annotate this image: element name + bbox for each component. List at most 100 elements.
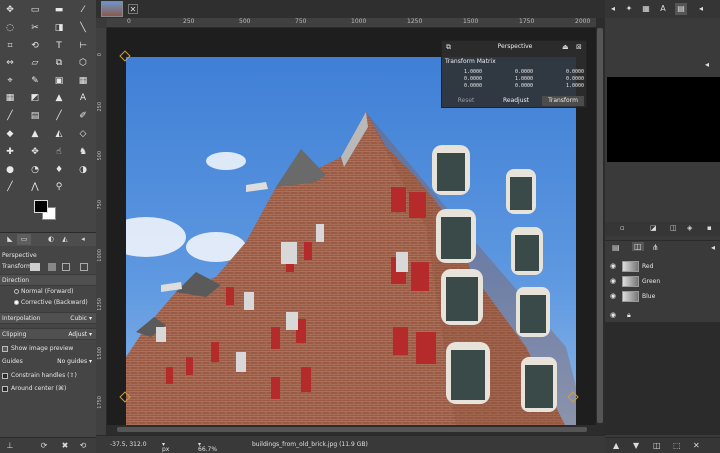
nav-menu-icon[interactable]: ◂ [705, 60, 715, 70]
radio-backward[interactable] [14, 300, 19, 305]
navigator-preview[interactable] [607, 77, 720, 162]
around-center-checkbox[interactable] [2, 385, 8, 392]
vertical-scroll-thumb[interactable] [597, 28, 603, 423]
paths-icon[interactable]: ╲ [77, 22, 89, 34]
transform-path-icon[interactable] [62, 263, 70, 271]
close-dialog-icon[interactable]: ⊠ [576, 43, 582, 51]
document-icon[interactable]: ▤ [675, 3, 687, 15]
images-tab-icon[interactable]: ◭ [58, 234, 72, 245]
burn-icon[interactable]: ◑ [77, 164, 89, 176]
foreground-select-icon[interactable]: ◨ [53, 22, 65, 34]
grid-icon[interactable]: ▦ [4, 92, 16, 104]
channels-tab-icon[interactable]: ◫ [632, 242, 644, 251]
zoom-in-icon[interactable]: ◫ [670, 224, 677, 232]
path-tool-icon[interactable]: ⋀ [29, 181, 41, 193]
restore-options-icon[interactable]: ⟳ [38, 440, 50, 452]
dock-menu-icon[interactable]: ◂ [76, 234, 90, 245]
zoom-icon[interactable]: ⚲ [53, 181, 65, 193]
interpolation-select[interactable]: Cubic ▾ [70, 313, 92, 325]
gradient-icon[interactable]: ◩ [29, 92, 41, 104]
constrain-checkbox[interactable] [2, 372, 8, 379]
delete-icon[interactable]: ✕ [693, 441, 700, 450]
eye-icon[interactable]: ◉ [610, 308, 616, 323]
constrain-row[interactable]: Constrain handles (⇧) [0, 370, 96, 382]
sharpen-icon[interactable]: ◔ [29, 164, 41, 176]
airbrush-icon[interactable]: ▲ [53, 92, 65, 104]
clone-stamp-icon[interactable]: ✚ [4, 146, 16, 158]
text-icon[interactable]: T [53, 40, 65, 52]
transform-selection-icon[interactable] [48, 263, 56, 271]
guides-select[interactable]: No guides ▾ [57, 356, 92, 368]
font-icon[interactable]: A [657, 3, 669, 15]
color-picker-icon[interactable]: ╱ [4, 181, 16, 193]
zoom-out-icon[interactable]: ▫ [620, 224, 625, 232]
raise-icon[interactable]: ▲ [613, 441, 619, 450]
lower-icon[interactable]: ▼ [633, 441, 639, 450]
transform-layer-icon[interactable] [30, 263, 40, 271]
image-tab-thumbnail[interactable] [101, 1, 123, 17]
reset-options-icon[interactable]: ⟲ [77, 440, 89, 452]
layers-menu-icon[interactable]: ◂ [711, 243, 715, 252]
readjust-button[interactable]: Readjust [494, 96, 538, 106]
horizontal-ruler[interactable]: 0250500750100012501500175020002250 [107, 18, 646, 28]
measure-icon[interactable]: ⊢ [77, 40, 89, 52]
clipping-row[interactable]: Clipping Adjust ▾ [0, 328, 96, 340]
vertical-scrollbar[interactable] [596, 18, 605, 435]
interpolation-row[interactable]: Interpolation Cubic ▾ [0, 312, 96, 324]
clipping-select[interactable]: Adjust ▾ [68, 329, 92, 341]
lock-icon[interactable]: 🔒︎ [627, 308, 631, 323]
mypaint-icon[interactable]: ◭ [53, 128, 65, 140]
eye-icon[interactable]: ◉ [610, 259, 616, 274]
device-status-tab-icon[interactable]: ▭ [17, 234, 31, 245]
around-center-row[interactable]: Around center (⌘) [0, 383, 96, 395]
unit-select[interactable]: px ▾ [162, 441, 169, 453]
heal-brush-icon[interactable]: ✥ [29, 146, 41, 158]
text-tool-icon[interactable]: A [77, 92, 89, 104]
radio-forward[interactable] [14, 289, 19, 294]
smudge-icon[interactable]: ☝ [53, 146, 65, 158]
eraser-alt-icon[interactable]: ◇ [77, 128, 89, 140]
dock-arrow-icon[interactable]: ◂ [607, 3, 619, 15]
flip-icon[interactable]: ⇔ [4, 57, 16, 69]
zoom-select[interactable]: 66.7% ▾ [198, 441, 217, 453]
to-selection-icon[interactable]: ⬚ [673, 441, 681, 450]
channel-row[interactable]: ◉ Red [605, 259, 720, 274]
save-options-icon[interactable]: ⊥ [4, 440, 16, 452]
foreground-color[interactable] [34, 200, 48, 213]
handle-transform-icon[interactable]: ▦ [77, 75, 89, 87]
pattern-icon[interactable]: ▦ [640, 3, 652, 15]
heal-icon[interactable]: ▲ [29, 128, 41, 140]
nav-more-icon[interactable]: ▪ [707, 224, 712, 232]
rotate-icon[interactable]: ⟲ [29, 40, 41, 52]
cage-icon[interactable]: ⌖ [4, 75, 16, 87]
show-preview-row[interactable]: Show image preview [0, 343, 96, 355]
tool-options-tab-icon[interactable]: ◣ [3, 234, 17, 245]
transform-image-icon[interactable] [80, 263, 88, 271]
dodge-icon[interactable]: ♞ [77, 146, 89, 158]
layers-tab-icon[interactable]: ▤ [612, 243, 620, 252]
color-swatches[interactable] [32, 198, 58, 222]
transform-button[interactable]: Transform [542, 96, 584, 106]
zoom-100-icon[interactable]: ◈ [687, 224, 692, 232]
dock-menu-right-icon[interactable]: ◂ [695, 3, 707, 15]
channel-row[interactable]: ◉ Green [605, 274, 720, 289]
crop-icon[interactable]: ⌗ [4, 40, 16, 52]
bucket-fill-icon[interactable]: ▣ [53, 75, 65, 87]
horizontal-scroll-thumb[interactable] [117, 427, 587, 432]
eye-icon[interactable]: ◉ [610, 289, 616, 304]
fuzzy-select-icon[interactable]: ⁄ [77, 4, 89, 16]
guides-row[interactable]: Guides No guides ▾ [0, 356, 96, 368]
paintbrush-icon[interactable]: ╱ [4, 110, 16, 122]
blur-icon[interactable]: ● [4, 164, 16, 176]
close-tab-icon[interactable]: ✕ [128, 4, 138, 14]
scissors-icon[interactable]: ✂ [29, 22, 41, 34]
rect-select-icon[interactable]: ▭ [29, 4, 41, 16]
reset-button[interactable]: Reset [446, 96, 486, 106]
ellipse-select-icon[interactable]: ▬ [53, 4, 65, 16]
move-icon[interactable]: ✥ [4, 4, 16, 16]
perspective-icon[interactable]: ⬡ [77, 57, 89, 69]
undo-tab-icon[interactable]: ◐ [44, 234, 58, 245]
eye-icon[interactable]: ◉ [610, 274, 616, 289]
vertical-ruler[interactable]: 0 250 500 750 1000 1250 1500 1750 [96, 28, 107, 435]
clone-icon[interactable]: ✐ [77, 110, 89, 122]
